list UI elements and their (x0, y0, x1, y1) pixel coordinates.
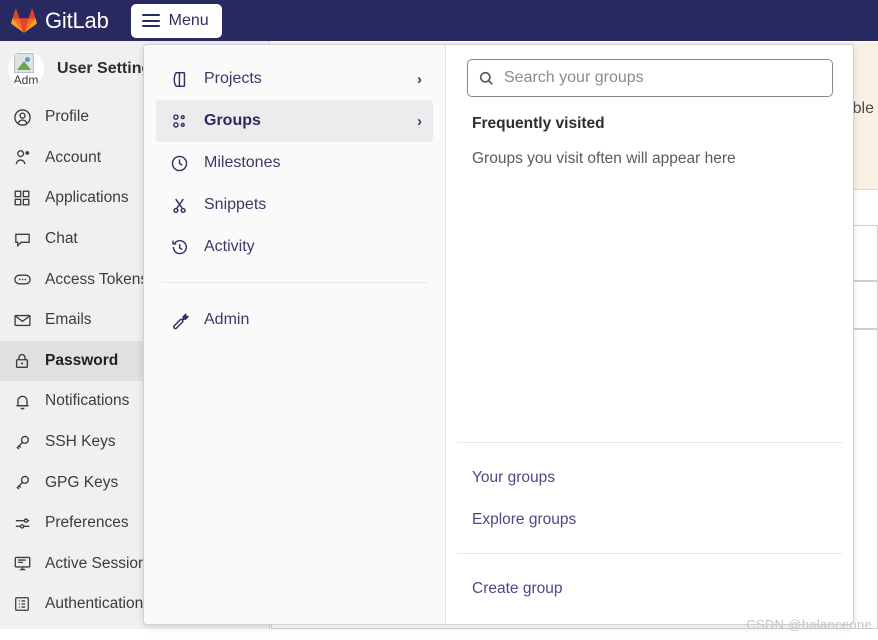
search-input[interactable] (504, 69, 822, 87)
menu-divider (162, 282, 427, 283)
main-navigation-dropdown: Projects › Groups › Milestones Snippets … (143, 44, 854, 625)
key-icon (11, 473, 33, 492)
sidebar-item-label: Profile (45, 108, 89, 126)
dropdown-right-pane: Frequently visited Groups you visit ofte… (446, 45, 853, 624)
monitor-icon (11, 554, 33, 573)
menu-item-label: Activity (204, 238, 255, 255)
avatar-alt-text: Adm (13, 73, 39, 87)
sidebar-item-label: Account (45, 148, 102, 166)
projects-icon (168, 70, 190, 89)
search-area (446, 45, 853, 97)
group-links-primary: Your groups Explore groups (446, 443, 853, 553)
account-icon (11, 148, 33, 167)
menu-item-projects[interactable]: Projects › (156, 58, 433, 100)
frequently-visited-empty-state: Groups you visit often will appear here (472, 150, 736, 167)
search-icon (478, 70, 495, 87)
watermark: CSDN @balanceone (746, 617, 872, 632)
menu-item-milestones[interactable]: Milestones (156, 142, 433, 184)
sidebar-item-label: Emails (45, 311, 92, 329)
sidebar-item-label: GPG Keys (45, 473, 119, 491)
menu-item-label: Snippets (204, 196, 267, 213)
gitlab-tanuki-icon[interactable] (11, 8, 37, 34)
menu-item-admin[interactable]: Admin (156, 299, 433, 341)
user-circle-icon (11, 108, 33, 127)
scissors-icon (168, 196, 190, 215)
sidebar-item-label: Applications (45, 189, 129, 207)
menu-button-label: Menu (168, 11, 209, 29)
list-table-icon (11, 595, 33, 613)
clock-icon (168, 154, 190, 173)
groups-icon (168, 112, 190, 131)
link-explore-groups[interactable]: Explore groups (446, 499, 853, 541)
lock-icon (11, 352, 33, 370)
gitlab-wordmark: GitLab (45, 7, 109, 33)
menu-item-label: Admin (204, 311, 250, 328)
menu-item-label: Groups (204, 112, 261, 129)
chevron-right-icon: › (417, 70, 422, 88)
chat-bubble-icon (11, 230, 33, 249)
broken-image-icon (14, 53, 34, 73)
menu-button[interactable]: Menu (130, 3, 222, 38)
bell-icon (11, 392, 33, 411)
dropdown-left-menu: Projects › Groups › Milestones Snippets … (144, 45, 446, 624)
grid-apps-icon (11, 189, 33, 207)
avatar[interactable]: Adm (8, 51, 44, 87)
frequently-visited-title: Frequently visited (472, 115, 605, 132)
link-your-groups[interactable]: Your groups (446, 457, 853, 499)
sidebar-item-label: Active Sessions (45, 554, 155, 572)
envelope-icon (11, 311, 33, 330)
link-create-group[interactable]: Create group (446, 568, 853, 610)
menu-item-label: Milestones (204, 154, 281, 171)
app-root: . able Adm User Settings Profile (0, 0, 878, 640)
sidebar-item-label: Preferences (45, 514, 129, 532)
sliders-icon (11, 514, 33, 533)
menu-item-activity[interactable]: Activity (156, 226, 433, 268)
pane-spacer (446, 168, 853, 442)
hamburger-icon (141, 14, 160, 27)
history-icon (168, 238, 190, 257)
search-box[interactable] (467, 59, 833, 97)
group-links-secondary: Create group (446, 554, 853, 624)
sidebar-item-label: SSH Keys (45, 433, 116, 451)
key-icon (11, 433, 33, 452)
sidebar-item-label: Password (45, 351, 119, 369)
sidebar-item-label: Notifications (45, 392, 130, 410)
wrench-icon (168, 311, 190, 330)
menu-item-snippets[interactable]: Snippets (156, 184, 433, 226)
token-icon (11, 270, 33, 289)
sidebar-item-label: Access Tokens (45, 270, 149, 288)
menu-item-groups[interactable]: Groups › (156, 100, 433, 142)
top-navbar: GitLab Menu (0, 0, 878, 41)
chevron-right-icon: › (417, 112, 422, 130)
menu-item-label: Projects (204, 70, 262, 87)
sidebar-item-label: Chat (45, 230, 78, 248)
